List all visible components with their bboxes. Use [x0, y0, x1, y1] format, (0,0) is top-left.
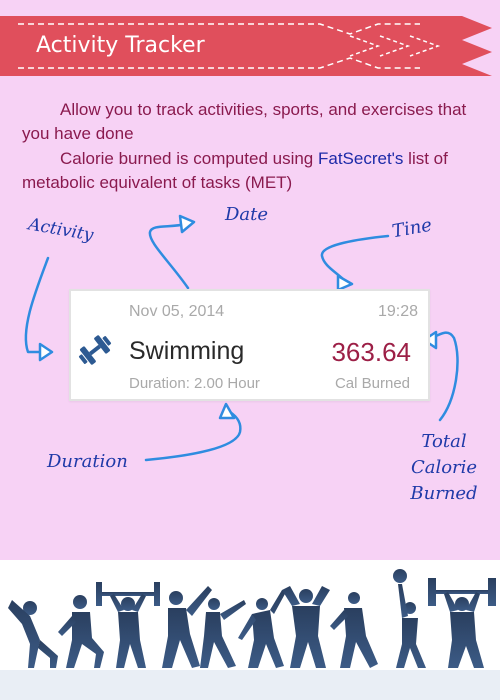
- fatsecret-link[interactable]: FatSecret's: [318, 149, 403, 168]
- date-annotation: Date: [225, 204, 269, 225]
- time-arrow: [320, 234, 390, 282]
- activity-time: 19:28: [377, 303, 418, 320]
- total-calorie-arrow: [426, 331, 459, 422]
- banner-title: Activity Tracker: [36, 33, 205, 58]
- intro-line-1: Allow you to track activities, sports, a…: [22, 100, 467, 143]
- activity-card[interactable]: Nov 05, 2014 19:28 Swimming 363.64 Durat…: [69, 289, 430, 401]
- intro-line-2-prefix: Calorie burned is computed using: [60, 149, 318, 168]
- duration-arrow: [144, 410, 242, 462]
- activity-duration: Duration: 2.00 Hour: [129, 375, 260, 392]
- calories-unit: Cal Burned: [334, 375, 410, 392]
- dumbbell-icon: [78, 335, 112, 365]
- activity-arrow: [24, 256, 50, 354]
- activity-annotation: Activity: [26, 214, 95, 246]
- intro-paragraph-2: Calorie burned is computed using FatSecr…: [22, 147, 482, 195]
- footer-illustration: [0, 560, 500, 700]
- intro-paragraph-1: Allow you to track activities, sports, a…: [22, 98, 482, 146]
- date-arrow: [148, 222, 190, 290]
- time-annotation: Tine: [390, 214, 434, 243]
- total-calorie-annotation: Total Calorie Burned: [410, 431, 478, 504]
- athlete-silhouettes: [0, 569, 500, 700]
- duration-annotation: Duration: [47, 451, 128, 472]
- activity-name: Swimming: [129, 337, 245, 365]
- calories-value: 363.64: [331, 337, 411, 367]
- activity-date: Nov 05, 2014: [129, 303, 225, 320]
